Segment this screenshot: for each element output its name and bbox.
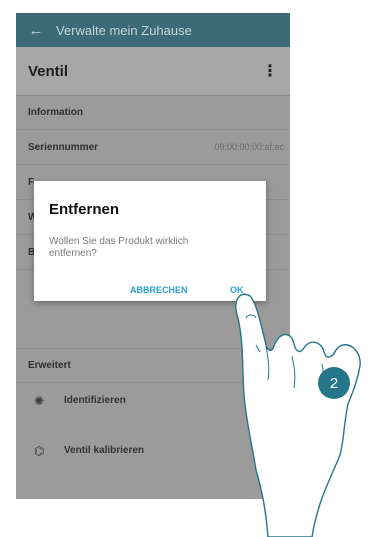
- cancel-button[interactable]: ABBRECHEN: [130, 285, 188, 295]
- info-section-label: Information: [28, 106, 83, 118]
- app-bar-title: Verwalte mein Zuhause: [56, 22, 192, 38]
- light-bulb-icon: ✺: [34, 393, 45, 408]
- calibrate-row[interactable]: ⌬ Ventil kalibrieren: [16, 433, 290, 468]
- info-section-header: Information: [16, 95, 290, 130]
- ok-button[interactable]: OK: [230, 285, 244, 295]
- serial-value: 09:00:00:00:af:ec: [214, 142, 284, 152]
- remove-dialog: Entfernen Wollen Sie das Produkt wirklic…: [34, 181, 266, 301]
- back-arrow-icon[interactable]: ←: [16, 22, 56, 39]
- calibrate-icon: ⌬: [34, 443, 45, 458]
- advanced-section-header: Erweitert: [16, 348, 290, 383]
- identify-label: Identifizieren: [64, 395, 126, 406]
- serial-label: Seriennummer: [28, 141, 99, 153]
- dialog-message: Wollen Sie das Produkt wirklich entferne…: [49, 236, 189, 259]
- serial-row: Seriennummer 09:00:00:00:af:ec: [16, 130, 290, 165]
- dialog-title: Entfernen: [49, 201, 120, 218]
- device-name: Ventil: [28, 62, 69, 80]
- app-bar: ← Verwalte mein Zuhause: [16, 13, 290, 47]
- calibrate-label: Ventil kalibrieren: [64, 445, 145, 456]
- identify-row[interactable]: ✺ Identifizieren: [16, 383, 290, 418]
- device-header: Ventil ⋮: [16, 47, 290, 96]
- kebab-menu-icon[interactable]: ⋮: [262, 61, 278, 81]
- advanced-section-label: Erweitert: [28, 360, 71, 371]
- step-number-badge: 2: [318, 367, 350, 399]
